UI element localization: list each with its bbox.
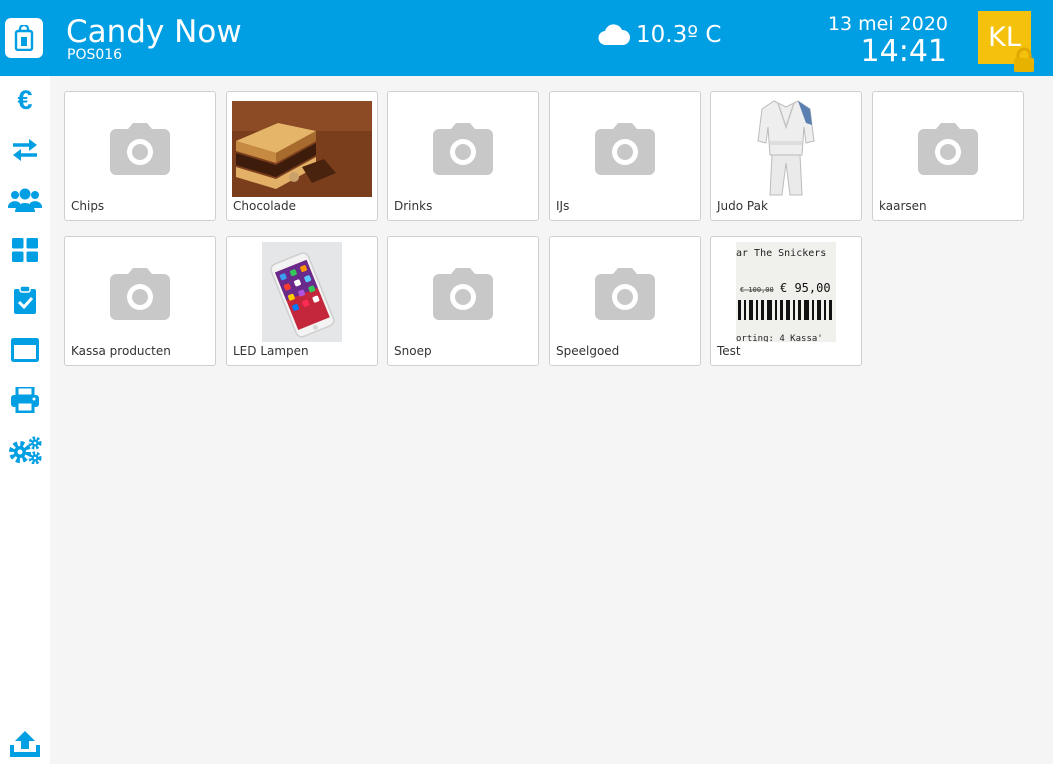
sidebar-item-tasks[interactable] — [0, 277, 50, 323]
sidebar-item-dashboard[interactable] — [0, 227, 50, 273]
category-label: Snoep — [394, 344, 432, 358]
category-label: Test — [717, 344, 741, 358]
category-tile[interactable]: Chips — [64, 91, 216, 221]
phone-photo — [262, 242, 342, 342]
category-tile[interactable]: Kassa producten — [64, 236, 216, 366]
price-label-new-price: € 95,00 — [780, 281, 831, 295]
clipboard-check-icon — [14, 286, 36, 314]
category-tile[interactable]: Speelgoed — [549, 236, 701, 366]
category-label: Drinks — [394, 199, 433, 213]
sidebar-item-payments[interactable]: € — [0, 77, 50, 123]
category-label: Judo Pak — [717, 199, 768, 213]
category-label: Chocolade — [233, 199, 296, 213]
transfer-icon — [13, 139, 37, 161]
chocolate-photo — [232, 101, 372, 197]
cloud-icon — [598, 24, 630, 46]
price-label-photo: ar The Snickers € 100,00 € 95,00 orting:… — [736, 242, 836, 342]
camera-placeholder-icon — [110, 123, 170, 175]
euro-icon: € — [17, 84, 33, 115]
top-bar: Candy Now POS016 10.3º C 13 mei 2020 14:… — [0, 0, 1053, 76]
camera-placeholder-icon — [433, 268, 493, 320]
category-tile[interactable]: Drinks — [387, 91, 539, 221]
category-label: Speelgoed — [556, 344, 620, 358]
category-tile[interactable]: Snoep — [387, 236, 539, 366]
printer-icon — [11, 387, 39, 413]
category-tile[interactable]: kaarsen — [872, 91, 1024, 221]
current-time: 14:41 — [860, 34, 947, 69]
users-icon — [8, 188, 42, 212]
camera-placeholder-icon — [433, 123, 493, 175]
sidebar-item-customers[interactable] — [0, 177, 50, 223]
app-title: Candy Now — [66, 14, 242, 50]
price-label-old-price: € 100,00 — [740, 286, 774, 294]
price-label-line1: ar The Snickers — [736, 248, 826, 259]
category-label: LED Lampen — [233, 344, 309, 358]
price-label-footer: orting: 4 Kassa' — [736, 334, 823, 342]
category-label: kaarsen — [879, 199, 927, 213]
settings-icon — [9, 436, 42, 464]
weather-widget: 10.3º C — [598, 22, 721, 48]
upload-icon — [10, 731, 40, 757]
camera-placeholder-icon — [595, 123, 655, 175]
sidebar: € — [0, 76, 50, 764]
terminal-id: POS016 — [67, 47, 123, 63]
sidebar-item-transfer[interactable] — [0, 127, 50, 173]
temperature: 10.3º C — [636, 22, 722, 48]
camera-placeholder-icon — [110, 268, 170, 320]
category-tile[interactable]: ar The Snickers € 100,00 € 95,00 orting:… — [710, 236, 862, 366]
sidebar-item-window[interactable] — [0, 327, 50, 373]
category-label: Kassa producten — [71, 344, 171, 358]
category-tile[interactable]: LED Lampen — [226, 236, 378, 366]
shopping-bag-icon — [14, 25, 34, 51]
window-icon — [11, 338, 39, 362]
camera-placeholder-icon — [595, 268, 655, 320]
sidebar-item-settings[interactable] — [0, 427, 50, 473]
sidebar-item-print[interactable] — [0, 377, 50, 423]
camera-placeholder-icon — [918, 123, 978, 175]
category-tile[interactable]: IJs — [549, 91, 701, 221]
app-menu-button[interactable] — [5, 18, 43, 58]
category-tile[interactable]: Chocolade — [226, 91, 378, 221]
category-label: Chips — [71, 199, 105, 213]
grid-icon — [12, 238, 38, 262]
category-tile[interactable]: Judo Pak — [710, 91, 862, 221]
current-date: 13 mei 2020 — [827, 13, 948, 35]
sidebar-item-upload[interactable] — [0, 721, 50, 764]
lock-icon[interactable] — [1012, 47, 1036, 73]
category-label: IJs — [556, 199, 570, 213]
judo-suit-photo — [757, 100, 815, 196]
